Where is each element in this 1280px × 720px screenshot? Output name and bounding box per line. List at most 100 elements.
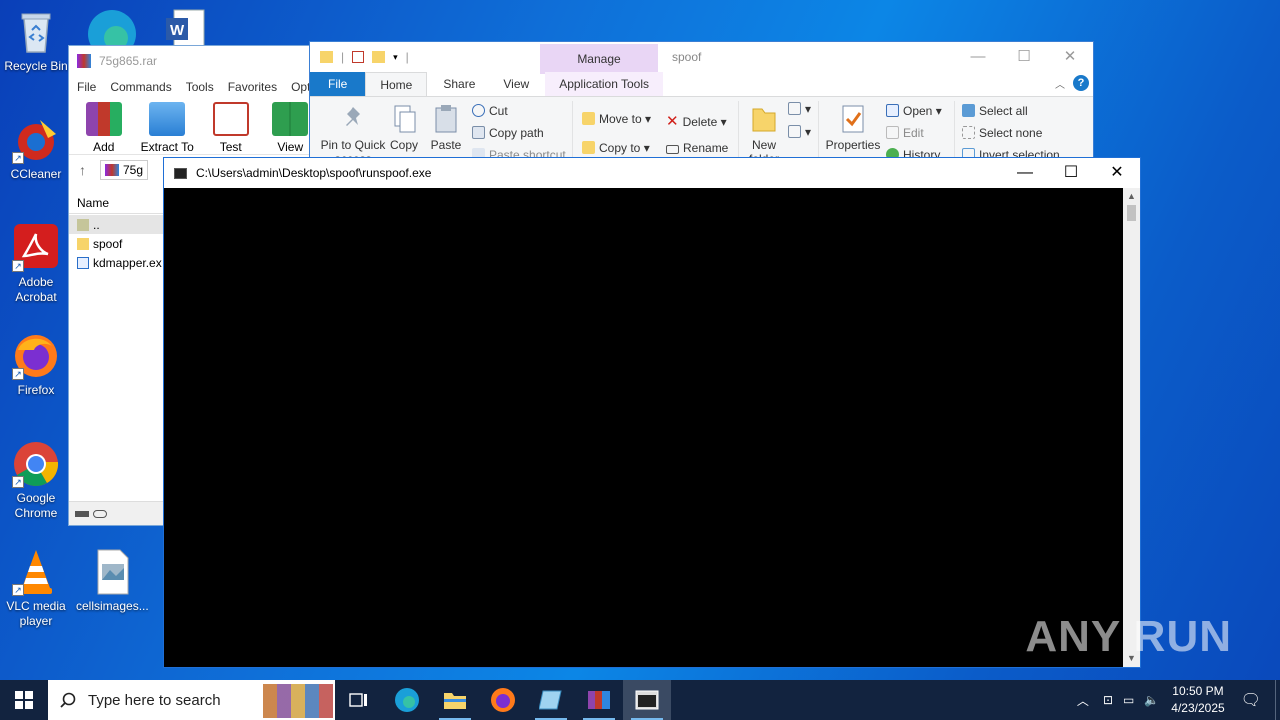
paste-button[interactable]: Paste <box>430 103 462 152</box>
close-button[interactable]: ✕ <box>1047 42 1093 72</box>
easy-access-icon <box>788 125 801 138</box>
desktop-icon-recycle-bin[interactable]: Recycle Bin <box>0 8 72 74</box>
word-doc-desktop-icon[interactable]: W <box>164 8 206 47</box>
qat-divider: | <box>405 50 409 64</box>
explorer-window[interactable]: | ▾ | Manage spoof — ☐ ✕ File Home Share… <box>309 41 1094 166</box>
menu-favorites[interactable]: Favorites <box>228 80 277 94</box>
winrar-title: 75g865.rar <box>99 54 158 68</box>
taskbar-firefox[interactable] <box>479 680 527 720</box>
new-item-button[interactable]: ▾ <box>788 102 811 116</box>
task-view-button[interactable] <box>335 680 383 720</box>
properties-button[interactable]: Properties <box>824 103 882 152</box>
add-button[interactable]: Add <box>77 98 131 154</box>
rar-archive-icon <box>105 163 119 176</box>
up-arrow-icon[interactable]: ↑ <box>79 162 86 178</box>
console-scrollbar[interactable]: ▲ ▼ <box>1123 188 1140 667</box>
console-maximize-button[interactable]: ☐ <box>1048 158 1094 188</box>
edit-button[interactable]: Edit <box>886 126 924 140</box>
desktop-icon-ccleaner[interactable]: ↗ CCleaner <box>0 116 72 182</box>
path-field[interactable]: 75g <box>100 159 149 180</box>
ribbon-home: Pin to Quick access Copy Paste Cut Copy … <box>310 96 1093 165</box>
copy-label: Copy <box>389 138 418 152</box>
chrome-icon: ↗ <box>12 440 60 488</box>
properties-qat-icon[interactable] <box>352 51 365 63</box>
menu-tools[interactable]: Tools <box>186 80 214 94</box>
rename-button[interactable]: Rename <box>666 141 728 155</box>
taskbar-notepad[interactable] <box>527 680 575 720</box>
open-icon <box>886 104 899 117</box>
winrar-icon <box>588 691 610 709</box>
copy-button[interactable]: Copy <box>388 103 420 152</box>
desktop-icon-adobe-acrobat[interactable]: ↗ Adobe Acrobat <box>0 224 72 305</box>
move-to-icon <box>582 112 595 125</box>
test-button[interactable]: Test <box>204 98 258 154</box>
vlc-icon: ↗ <box>12 548 60 596</box>
help-icon[interactable]: ? <box>1073 75 1089 91</box>
console-minimize-button[interactable]: — <box>1002 158 1048 188</box>
parent-folder-icon <box>77 218 89 231</box>
show-hidden-icons-chevron-icon[interactable]: ︿ <box>1077 692 1089 709</box>
taskbar-search-box[interactable]: Type here to search <box>48 680 335 720</box>
desktop-icon-google-chrome[interactable]: ↗ Google Chrome <box>0 440 72 521</box>
scroll-thumb[interactable] <box>1127 205 1136 221</box>
ribbon-separator <box>738 101 739 165</box>
taskbar-edge[interactable] <box>383 680 431 720</box>
edit-pencil-icon <box>886 126 899 139</box>
desktop-icon-cellsimages[interactable]: cellsimages... <box>76 548 149 614</box>
easy-access-button[interactable]: ▾ <box>788 125 811 139</box>
copy-path-icon <box>472 126 485 139</box>
tab-file[interactable]: File <box>310 72 366 96</box>
notification-center-icon[interactable]: 🗨 <box>1241 690 1261 710</box>
collapse-ribbon-icon[interactable]: ︿ <box>1055 76 1065 91</box>
add-archive-icon <box>85 102 122 136</box>
select-none-button[interactable]: Select none <box>962 126 1042 140</box>
view-label: View <box>277 140 304 154</box>
minimize-button[interactable]: — <box>955 42 1001 72</box>
menu-commands[interactable]: Commands <box>110 80 171 94</box>
taskbar-console[interactable] <box>623 680 671 720</box>
select-all-button[interactable]: Select all <box>962 104 1028 118</box>
qat-dropdown-icon[interactable]: ▾ <box>393 52 398 63</box>
desktop-icon-vlc[interactable]: ↗ VLC media player <box>0 548 72 629</box>
rename-icon <box>666 145 679 154</box>
delete-button[interactable]: ✕ Delete ▾ <box>666 112 727 130</box>
extract-to-button[interactable]: Extract To <box>137 98 198 154</box>
tab-application-tools[interactable]: Application Tools <box>545 72 664 96</box>
edit-label: Edit <box>903 126 924 140</box>
tab-view[interactable]: View <box>489 72 543 96</box>
copy-to-label: Copy to <box>599 141 641 155</box>
new-item-icon <box>788 102 801 115</box>
console-titlebar[interactable]: C:\Users\admin\Desktop\spoof\runspoof.ex… <box>164 158 1140 188</box>
console-output-area[interactable] <box>164 188 1123 667</box>
scroll-up-icon[interactable]: ▲ <box>1123 188 1140 205</box>
ethernet-icon[interactable]: ▭ <box>1123 693 1134 707</box>
clock[interactable]: 10:50 PM 4/23/2025 <box>1171 683 1224 717</box>
tab-home[interactable]: Home <box>365 72 428 96</box>
desktop-icon-label: CCleaner <box>10 167 62 181</box>
cut-button[interactable]: Cut <box>472 104 508 118</box>
taskbar-file-explorer[interactable] <box>431 680 479 720</box>
console-close-button[interactable]: ✕ <box>1094 158 1140 188</box>
menu-file[interactable]: File <box>77 80 96 94</box>
console-window[interactable]: C:\Users\admin\Desktop\spoof\runspoof.ex… <box>163 157 1141 668</box>
copy-to-button[interactable]: Copy to ▾ <box>582 141 650 155</box>
move-to-button[interactable]: Move to ▾ <box>582 112 651 126</box>
show-desktop-button[interactable] <box>1275 680 1280 720</box>
taskbar-winrar[interactable] <box>575 680 623 720</box>
desktop-icon-firefox[interactable]: ↗ Firefox <box>0 332 72 398</box>
maximize-button[interactable]: ☐ <box>1001 42 1047 72</box>
add-label: Add <box>93 140 115 154</box>
volume-icon[interactable]: 🔈 <box>1144 693 1159 707</box>
copy-path-button[interactable]: Copy path <box>472 126 544 140</box>
open-button[interactable]: Open ▾ <box>886 104 942 118</box>
winrar-app-icon <box>77 54 91 68</box>
qat-divider: | <box>341 50 345 64</box>
tab-share[interactable]: Share <box>427 72 489 96</box>
edge-desktop-icon[interactable] <box>86 4 138 58</box>
winrar-titlebar[interactable]: 75g865.rar <box>69 46 317 76</box>
new-folder-qat-icon[interactable] <box>372 51 386 63</box>
properties-icon <box>838 103 868 135</box>
network-status-icon[interactable]: ⊡ <box>1103 693 1113 707</box>
start-button[interactable] <box>0 680 48 720</box>
copy-to-icon <box>582 141 595 154</box>
